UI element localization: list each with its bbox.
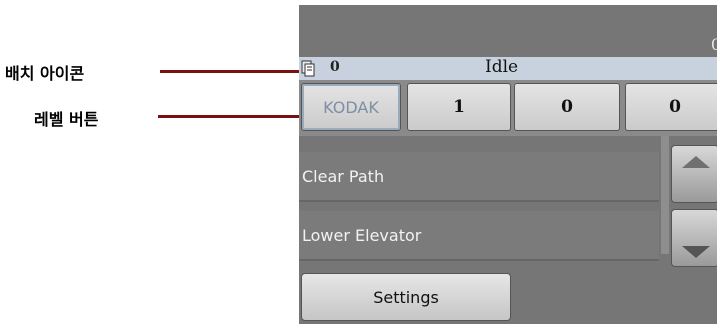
scroll-down-button[interactable] (671, 209, 717, 267)
scroll-up-button[interactable] (671, 145, 717, 203)
device-screen: 0 0 Idle KODAK 1 0 0 Clear Path Lower El… (299, 5, 717, 324)
level-buttons-row: KODAK 1 0 0 (299, 80, 717, 136)
status-bar: 0 Idle (299, 57, 717, 80)
scroll-track[interactable] (661, 136, 669, 254)
top-corner-text: 0 (710, 35, 717, 54)
level-button-callout-line (158, 115, 300, 118)
level-button-callout-label: 레벨 버튼 (34, 110, 99, 129)
batch-icon-callout-line (160, 70, 300, 73)
batch-count: 0 (330, 59, 340, 75)
list-item-lower-elevator[interactable]: Lower Elevator (299, 211, 659, 261)
settings-button[interactable]: Settings (301, 273, 511, 321)
triangle-down-icon (682, 246, 710, 258)
level-button-1[interactable]: 1 (407, 83, 511, 131)
batch-pages-icon (301, 60, 317, 77)
batch-icon-callout-label: 배치 아이콘 (5, 64, 85, 83)
level-button-3[interactable]: 0 (625, 83, 717, 131)
triangle-up-icon (682, 156, 710, 168)
level-button-2[interactable]: 0 (514, 83, 620, 131)
list-item-clear-path[interactable]: Clear Path (299, 152, 659, 202)
level-button-kodak[interactable]: KODAK (301, 83, 401, 131)
machine-status: Idle (485, 57, 519, 77)
